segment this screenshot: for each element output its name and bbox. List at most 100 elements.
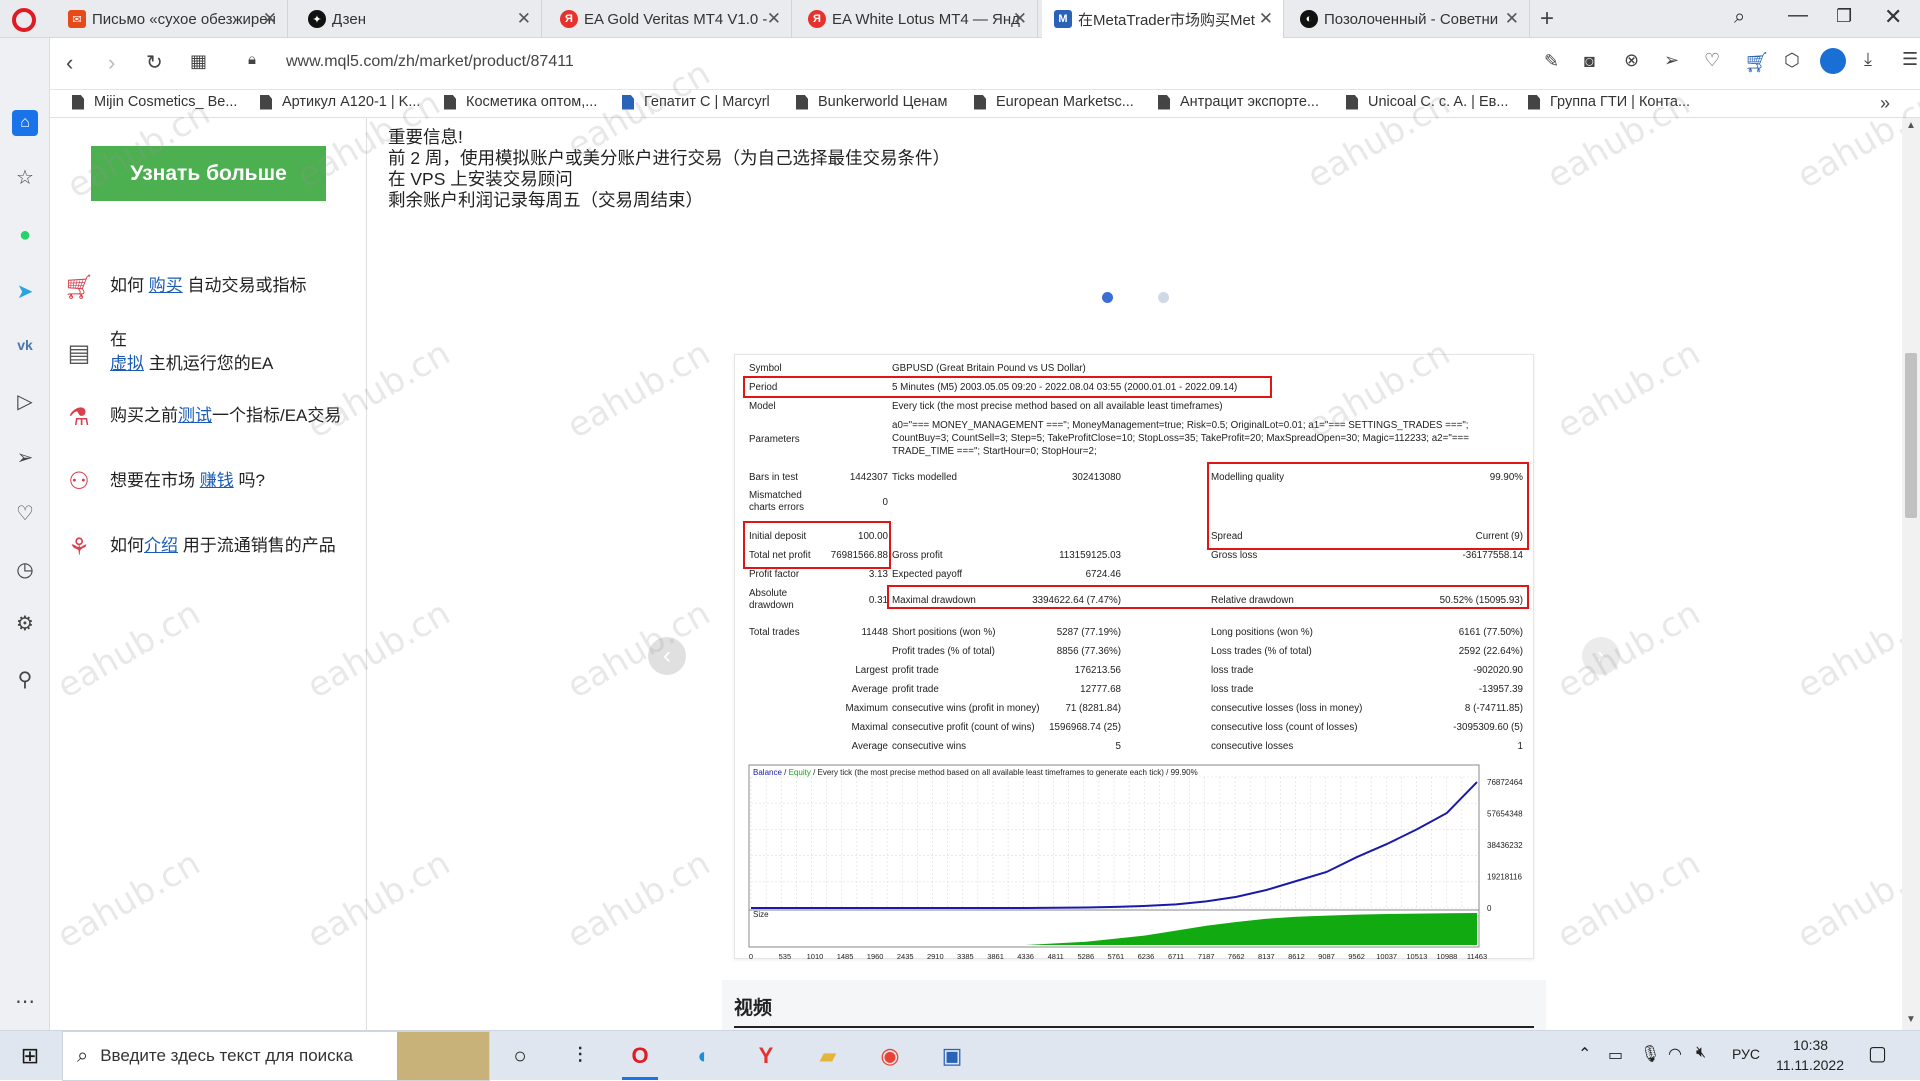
learn-more-button[interactable]: Узнать больше <box>91 146 326 201</box>
battery-icon[interactable]: ▭ <box>1608 1045 1623 1065</box>
tabs-overview-icon[interactable]: ▦ <box>190 51 207 72</box>
settings-icon[interactable]: ⚙ <box>12 610 38 636</box>
file-explorer-icon[interactable]: ▰ <box>810 1039 846 1073</box>
edge-icon[interactable]: ◐ <box>686 1039 722 1073</box>
x-tick-label: 10037 <box>1376 952 1397 961</box>
player-icon[interactable]: ▷ <box>12 388 38 414</box>
notifications-icon[interactable]: ▢ <box>1868 1041 1887 1066</box>
report-value: 5287 (77.19%) <box>1056 627 1121 638</box>
network-app-icon[interactable]: ▣ <box>934 1039 970 1073</box>
telegram-icon[interactable]: ➤ <box>12 278 38 304</box>
download-icon[interactable]: ⤓ <box>1864 49 1872 70</box>
help-link-vps[interactable]: 虚拟 <box>110 354 144 373</box>
url-field[interactable]: www.mql5.com/zh/market/product/87411 <box>286 53 574 71</box>
minimize-icon[interactable]: — <box>1788 4 1808 27</box>
report-label: Parameters <box>749 434 800 445</box>
volume-icon[interactable]: 🔇︎ <box>1696 1044 1706 1062</box>
close-icon[interactable]: ✕ <box>1505 9 1519 29</box>
mic-icon[interactable]: 🎙︎ <box>1640 1044 1660 1064</box>
close-icon[interactable]: ✕ <box>1013 9 1027 29</box>
reload-icon[interactable]: ↻ <box>146 50 163 75</box>
scroll-down-icon[interactable]: ▼ <box>1906 1014 1916 1025</box>
carousel-next-button[interactable]: › <box>1582 637 1620 675</box>
language-indicator[interactable]: РУС <box>1732 1046 1760 1062</box>
bookmark[interactable]: Unicoal C. c. A. | Ев... <box>1346 94 1508 110</box>
edit-page-icon[interactable]: ✎ <box>1544 51 1559 72</box>
report-label: consecutive losses <box>1211 741 1294 752</box>
windows-start-icon[interactable]: ⊞ <box>12 1039 48 1073</box>
more-bookmarks-icon[interactable]: » <box>1880 93 1890 114</box>
bookmark[interactable]: Артикул A120-1 | K... <box>260 94 420 110</box>
clock-time[interactable]: 10:38 <box>1793 1037 1828 1053</box>
heart-icon[interactable]: ♡ <box>12 500 38 526</box>
wifi-icon[interactable]: ◠ <box>1668 1044 1682 1064</box>
opera-taskbar-icon[interactable]: O <box>622 1039 658 1073</box>
search-icon[interactable]: ⌕ <box>1734 6 1745 29</box>
help-link-promote[interactable]: 介绍 <box>144 536 178 555</box>
avatar[interactable] <box>1820 48 1846 74</box>
task-view-icon[interactable]: ○ <box>502 1039 538 1073</box>
chrome-icon[interactable]: ◉ <box>872 1039 908 1073</box>
snapshot-icon[interactable]: ◙ <box>1584 51 1595 72</box>
help-link-earn[interactable]: 赚钱 <box>200 471 234 490</box>
tab-mail[interactable]: ✉ Письмо «сухое обезжирен ✕ <box>56 0 288 38</box>
clock-date[interactable]: 11.11.2022 <box>1776 1057 1844 1073</box>
tab-mql5-market[interactable]: M 在MetaTrader市场购买Met ✕ <box>1042 0 1284 38</box>
yandex-browser-icon[interactable]: Y <box>748 1039 784 1073</box>
history-icon[interactable]: ◷ <box>12 556 38 582</box>
x-tick-label: 7662 <box>1228 952 1245 961</box>
tab-dzen[interactable]: ✦ Дзен ✕ <box>296 0 542 38</box>
bookmark[interactable]: Косметика оптом,... <box>444 94 597 110</box>
video-section-header <box>722 980 1546 1030</box>
close-icon[interactable]: ✕ <box>263 9 277 29</box>
bookmark[interactable]: Антрацит экспорте... <box>1158 94 1319 110</box>
scroll-up-icon[interactable]: ▲ <box>1906 120 1916 131</box>
close-icon[interactable]: ✕ <box>517 9 531 29</box>
bookmark[interactable]: European Marketsc... <box>974 94 1134 110</box>
tray-chevron-icon[interactable]: ⌃ <box>1578 1044 1591 1064</box>
taskbar-search[interactable]: ⌕ Введите здесь текст для поиска <box>62 1031 490 1081</box>
report-label: Maximal <box>851 722 888 733</box>
scroll-thumb[interactable] <box>1905 353 1917 518</box>
menu-icon[interactable]: ☰ <box>1902 49 1918 70</box>
opera-logo-icon[interactable] <box>12 8 36 32</box>
server-icon: ▤ <box>67 339 91 367</box>
back-icon[interactable]: ‹ <box>66 50 73 76</box>
section-divider <box>734 1026 1534 1028</box>
report-value: 2592 (22.64%) <box>1458 646 1523 657</box>
page-scrollbar[interactable]: ▲ ▼ <box>1902 118 1920 1030</box>
help-link-buy[interactable]: 购买 <box>149 276 183 295</box>
carousel-dot[interactable] <box>1158 292 1169 303</box>
tips-icon[interactable]: ⚲ <box>12 666 38 692</box>
bookmark[interactable]: Mijin Cosmetics_ Be... <box>72 94 237 110</box>
forward-icon[interactable]: › <box>108 50 115 76</box>
help-link-test[interactable]: 测试 <box>178 406 212 425</box>
tab-gilded-advisor[interactable]: ◐ Позолоченный - Советни ✕ <box>1288 0 1530 38</box>
send-icon[interactable]: ➢ <box>12 444 38 470</box>
whatsapp-icon[interactable]: ● <box>12 222 38 248</box>
send-icon[interactable]: ➢ <box>1664 50 1679 71</box>
graph-legend: Balance / Equity / Every tick (the most … <box>753 768 1198 777</box>
restore-icon[interactable]: ❐ <box>1836 6 1852 27</box>
more-icon[interactable]: ⋯ <box>12 988 38 1014</box>
home-icon[interactable]: ⌂ <box>12 110 38 136</box>
close-icon[interactable]: ✕ <box>767 9 781 29</box>
bookmark[interactable]: Bunkerworld Ценам <box>796 94 947 110</box>
cart-icon[interactable]: 🛒︎ <box>1744 50 1769 75</box>
widgets-icon[interactable]: ⫶ <box>562 1039 598 1073</box>
bookmark[interactable]: Группа ГТИ | Конта... <box>1528 94 1690 110</box>
new-tab-icon[interactable]: + <box>1540 5 1554 33</box>
star-icon[interactable]: ☆ <box>12 164 38 190</box>
help-text: 一个指标/EA交易 <box>212 406 342 425</box>
heart-icon[interactable]: ♡ <box>1704 50 1720 71</box>
adblock-icon[interactable]: ⊗ <box>1624 50 1639 71</box>
vk-icon[interactable]: vk <box>12 332 38 358</box>
bookmark[interactable]: Гепатит С | Marcyrl <box>622 94 770 110</box>
tab-gold-veritas[interactable]: Я EA Gold Veritas MT4 V1.0 - ✕ <box>548 0 792 38</box>
carousel-dot-active[interactable] <box>1102 292 1113 303</box>
close-window-icon[interactable]: ✕ <box>1884 4 1902 30</box>
cube-icon[interactable]: ⬡ <box>1784 50 1800 71</box>
close-icon[interactable]: ✕ <box>1259 9 1273 29</box>
tab-white-lotus[interactable]: Я EA White Lotus MT4 — Янд ✕ <box>796 0 1038 38</box>
carousel-prev-button[interactable]: ‹ <box>648 637 686 675</box>
